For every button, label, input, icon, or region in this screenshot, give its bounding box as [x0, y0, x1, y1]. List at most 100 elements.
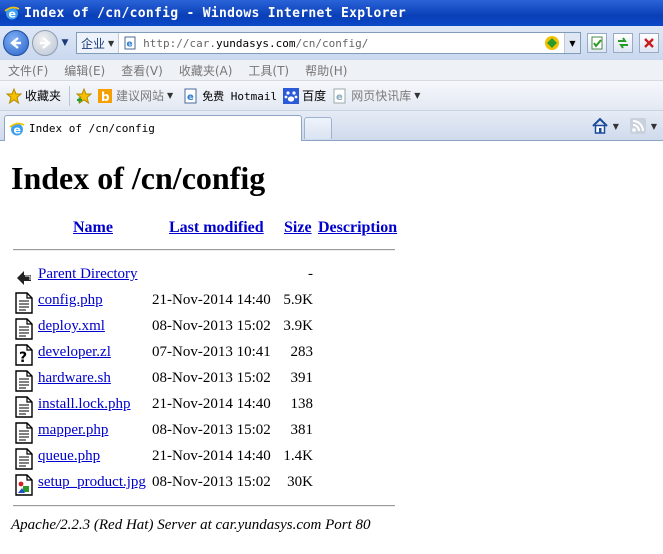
- page-content: Index of /cn/config Name Last modified S…: [0, 142, 663, 554]
- file-link[interactable]: config.php: [38, 292, 103, 309]
- file-modified: 21-Nov-2014 14:40: [152, 448, 271, 464]
- file-link[interactable]: deploy.xml: [38, 318, 105, 335]
- fav-web-slice-gallery[interactable]: e 网页快讯库 ▼: [332, 87, 420, 104]
- file-link[interactable]: setup_product.jpg: [38, 474, 146, 491]
- sort-by-size-link[interactable]: Size: [284, 219, 312, 237]
- bing-icon: b: [98, 88, 113, 104]
- text-file-icon: [15, 370, 33, 392]
- text-file-icon: [15, 396, 33, 418]
- file-link[interactable]: developer.zl: [38, 344, 111, 361]
- menu-file[interactable]: 文件(F): [0, 62, 56, 79]
- fav-hotmail[interactable]: e 免费 Hotmail: [183, 88, 277, 104]
- chevron-down-icon: ▼: [569, 38, 576, 48]
- fav-label: 建议网站: [116, 89, 165, 103]
- favorites-button[interactable]: 收藏夹: [6, 87, 61, 104]
- menu-edit[interactable]: 编辑(E): [56, 62, 113, 79]
- tab-bar: e Index of /cn/config ▼ ▼: [0, 111, 663, 141]
- url-domain: yundasys.com: [216, 36, 296, 50]
- url-prefix: http://car.: [143, 36, 217, 50]
- svg-text:e: e: [14, 123, 21, 136]
- file-row: install.lock.php 21-Nov-2014 14:40 138: [0, 394, 663, 418]
- file-link[interactable]: queue.php: [38, 448, 100, 465]
- history-dropdown-icon[interactable]: ▼: [60, 38, 70, 48]
- ie-logo-icon: e: [4, 6, 20, 21]
- fav-baidu[interactable]: 百度: [283, 87, 326, 104]
- file-size: 30K: [287, 474, 313, 490]
- navigation-bar: ▼ 企业 ▼ e http://car.yundasys.com/cn/conf…: [0, 26, 663, 60]
- sort-by-modified-link[interactable]: Last modified: [169, 219, 264, 237]
- compatibility-view-icon[interactable]: [544, 35, 560, 51]
- address-dropdown-button[interactable]: ▼: [564, 33, 580, 53]
- file-link[interactable]: hardware.sh: [38, 370, 111, 387]
- text-file-icon: [15, 318, 33, 340]
- file-link[interactable]: install.lock.php: [38, 396, 131, 413]
- menu-favorites[interactable]: 收藏夹(A): [171, 62, 241, 79]
- fav-label: 网页快讯库: [351, 89, 412, 103]
- file-size: 1.4K: [283, 448, 313, 464]
- forward-button[interactable]: [32, 30, 58, 56]
- file-link[interactable]: mapper.php: [38, 422, 108, 439]
- ie-page-icon: e: [333, 88, 346, 103]
- header-divider: [13, 249, 395, 251]
- back-arrow-icon: [10, 37, 21, 49]
- footer-divider: [13, 505, 395, 507]
- fav-suggested-sites[interactable]: b 建议网站 ▼: [97, 87, 173, 104]
- refresh-button[interactable]: [613, 33, 633, 53]
- home-icon[interactable]: [591, 117, 609, 135]
- chevron-down-icon: ▼: [414, 91, 421, 100]
- text-file-icon: [15, 448, 33, 470]
- page-icon: e: [124, 36, 136, 50]
- fav-label: 免费 Hotmail: [202, 89, 278, 103]
- menu-view[interactable]: 查看(V): [113, 62, 171, 79]
- file-modified: 08-Nov-2013 15:02: [152, 370, 271, 386]
- tab-index-of-cn-config[interactable]: e Index of /cn/config: [4, 115, 302, 141]
- add-favorite-icon: [76, 87, 93, 104]
- file-row: hardware.sh 08-Nov-2013 15:02 391: [0, 368, 663, 392]
- file-row: config.php 21-Nov-2014 14:40 5.9K: [0, 290, 663, 314]
- baidu-paw-icon: [283, 87, 300, 104]
- url-path: /cn/config/: [295, 36, 369, 50]
- sort-by-description-link[interactable]: Description: [318, 219, 397, 237]
- rss-feed-icon[interactable]: [629, 117, 647, 135]
- stop-button[interactable]: [639, 33, 659, 53]
- tab-label: Index of /cn/config: [29, 122, 155, 135]
- parent-directory-icon: [17, 271, 31, 285]
- refresh-icon: [618, 37, 628, 49]
- chevron-down-icon[interactable]: ▼: [613, 122, 619, 131]
- file-size: 3.9K: [283, 318, 313, 334]
- feed-check-button[interactable]: [587, 33, 607, 53]
- file-size: 391: [290, 370, 314, 386]
- address-bar[interactable]: 企业 ▼ e http://car.yundasys.com/cn/config…: [76, 32, 581, 54]
- back-button[interactable]: [3, 30, 29, 56]
- file-row: ? developer.zl 07-Nov-2013 10:41 283: [0, 342, 663, 366]
- new-tab-button[interactable]: [304, 117, 332, 139]
- zone-selector[interactable]: 企业 ▼: [77, 33, 120, 53]
- favorites-bar: 收藏夹 b 建议网站 ▼ e 免费 Hotmail 百度 e 网页快讯库 ▼: [0, 81, 663, 111]
- file-size: 381: [290, 422, 314, 438]
- unknown-file-icon: ?: [15, 344, 33, 366]
- parent-directory-link[interactable]: Parent Directory: [38, 266, 138, 283]
- file-row: deploy.xml 08-Nov-2013 15:02 3.9K: [0, 316, 663, 340]
- window-title: Index of /cn/config - Windows Internet E…: [24, 5, 406, 21]
- menu-help[interactable]: 帮助(H): [297, 62, 355, 79]
- favorites-label: 收藏夹: [25, 89, 62, 103]
- sort-by-name-link[interactable]: Name: [73, 219, 113, 237]
- chevron-down-icon: ▼: [108, 38, 115, 48]
- file-size: -: [308, 266, 313, 282]
- svg-text:e: e: [336, 92, 343, 103]
- file-modified: 08-Nov-2013 15:02: [152, 422, 271, 438]
- add-favorite-button[interactable]: [76, 87, 95, 104]
- file-size: 283: [290, 344, 314, 360]
- svg-text:b: b: [101, 90, 110, 104]
- svg-text:e: e: [187, 92, 194, 103]
- menu-tools[interactable]: 工具(T): [240, 62, 297, 79]
- file-size: 5.9K: [283, 292, 313, 308]
- file-modified: 08-Nov-2013 15:02: [152, 318, 271, 334]
- parent-directory-row: Parent Directory -: [0, 264, 663, 286]
- image-file-icon: [15, 474, 33, 496]
- chevron-down-icon[interactable]: ▼: [651, 122, 657, 131]
- svg-text:e: e: [127, 40, 133, 50]
- svg-text:e: e: [9, 8, 16, 21]
- command-bar: ▼ ▼: [591, 117, 657, 135]
- url-text[interactable]: http://car.yundasys.com/cn/config/: [143, 37, 368, 50]
